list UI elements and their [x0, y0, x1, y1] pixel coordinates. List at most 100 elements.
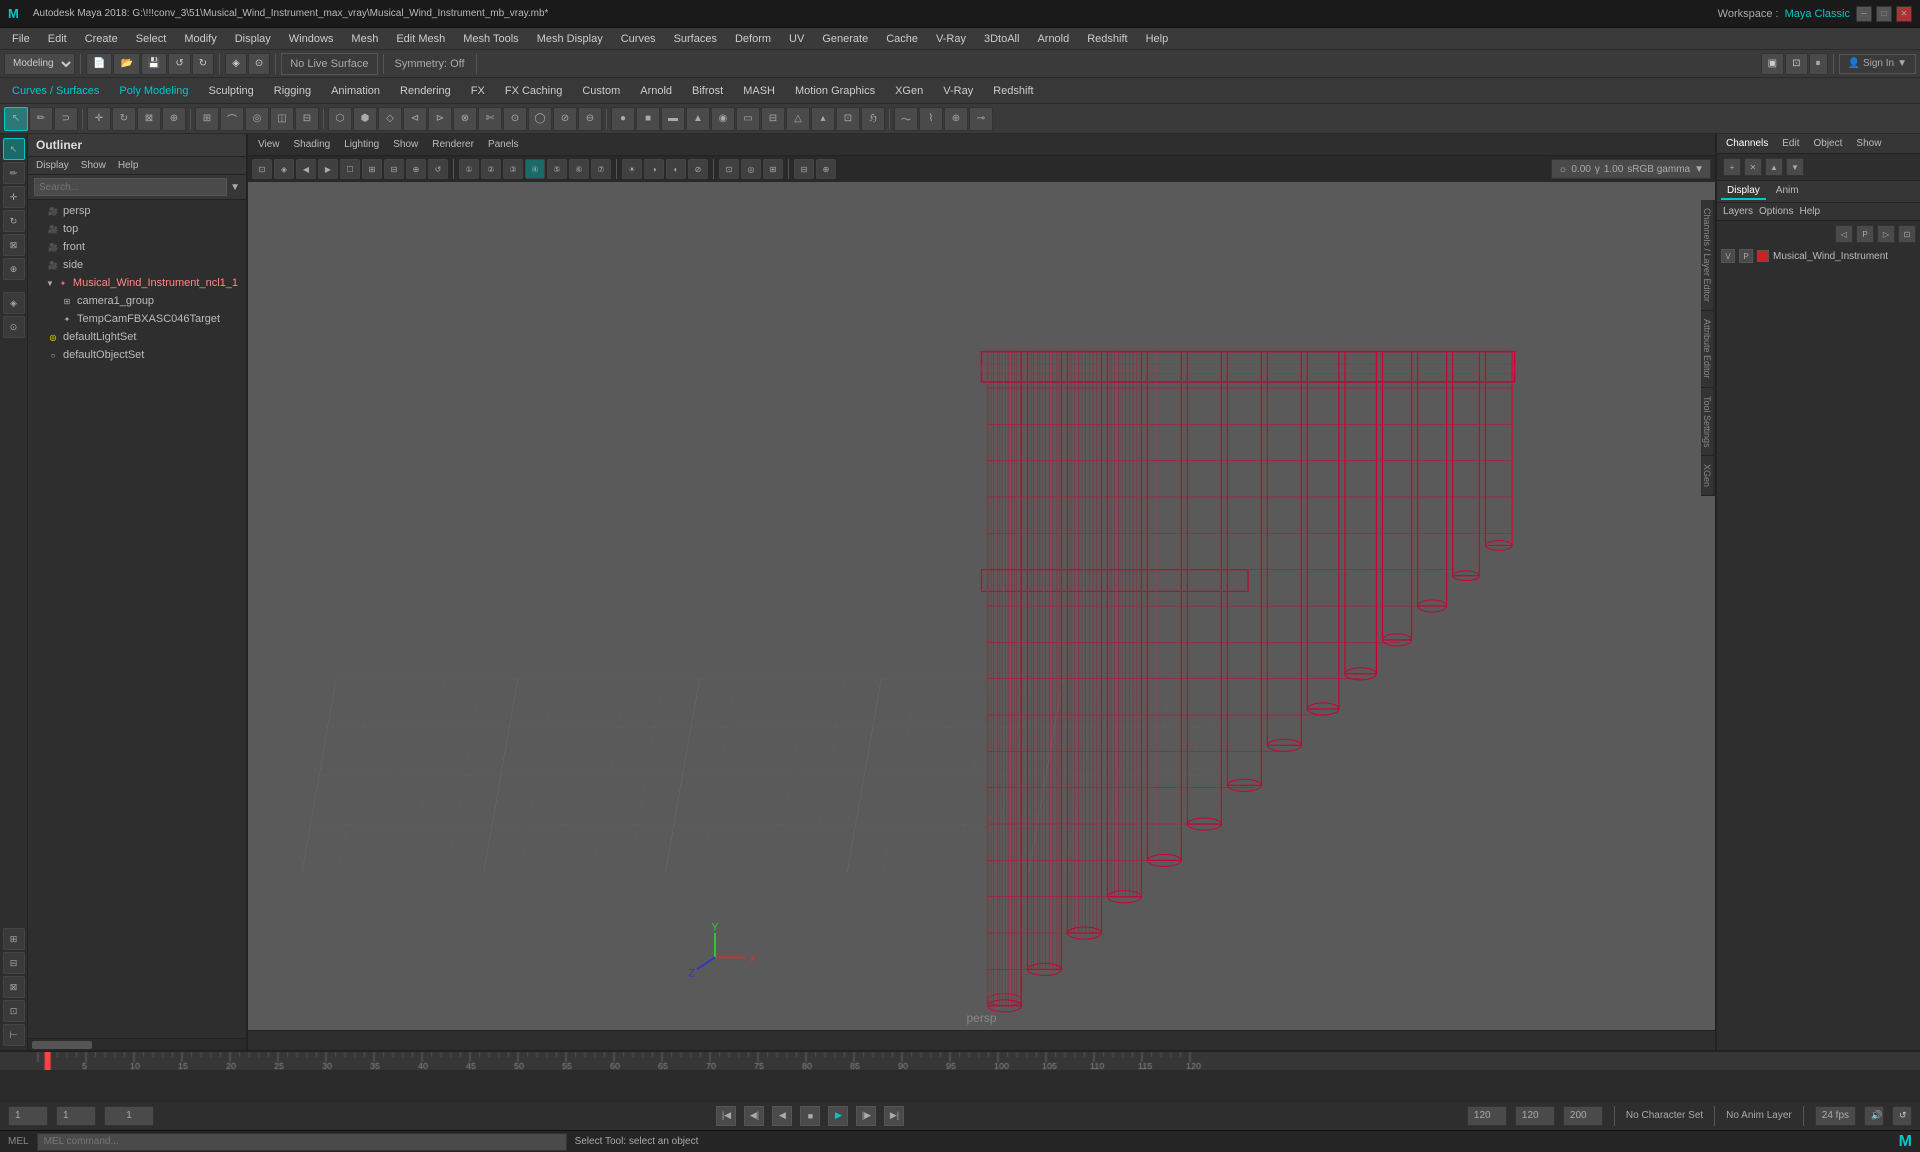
vp-xray[interactable]: ⊡	[719, 159, 739, 179]
shelf-fx[interactable]: FX	[463, 83, 493, 99]
sculpt-icon[interactable]: ⌇	[919, 107, 943, 131]
gamma-dropdown[interactable]: ▼	[1694, 164, 1704, 175]
layer-down-icon[interactable]: ▼	[1786, 158, 1804, 176]
vp-transform[interactable]: ⊕	[816, 159, 836, 179]
shelf-mash[interactable]: MASH	[735, 83, 783, 99]
go-to-start-btn[interactable]: |◀	[716, 1106, 736, 1126]
menu-item-generate[interactable]: Generate	[814, 31, 876, 47]
outliner-display-menu[interactable]: Display	[34, 159, 71, 172]
target-weld-icon[interactable]: ⊗	[453, 107, 477, 131]
shelf-bifrost[interactable]: Bifrost	[684, 83, 731, 99]
layer-color-swatch[interactable]	[1757, 250, 1769, 262]
menu-item-edit[interactable]: Edit	[40, 31, 75, 47]
close-button[interactable]: ✕	[1896, 6, 1912, 22]
display-layer-tab[interactable]: Display	[1721, 183, 1766, 200]
vp-snap[interactable]: ⊕	[406, 159, 426, 179]
select-tool-left[interactable]: ↖	[3, 138, 25, 160]
shelf-arnold[interactable]: Arnold	[632, 83, 680, 99]
object-tab[interactable]: Object	[1811, 137, 1846, 150]
scale-icon[interactable]: ⊠	[137, 107, 161, 131]
menu-item-deform[interactable]: Deform	[727, 31, 779, 47]
menu-item-v-ray[interactable]: V-Ray	[928, 31, 974, 47]
shelf-rendering[interactable]: Rendering	[392, 83, 459, 99]
new-btn[interactable]: 📄	[86, 53, 112, 75]
menu-item-cache[interactable]: Cache	[878, 31, 926, 47]
multi-cut-icon[interactable]: ✄	[478, 107, 502, 131]
menu-item-display[interactable]: Display	[227, 31, 279, 47]
pause-btn[interactable]: ⏸	[1809, 53, 1828, 75]
outliner-help-menu[interactable]: Help	[116, 159, 141, 172]
mode-dropdown[interactable]: Modeling	[4, 53, 75, 75]
help-opt[interactable]: Help	[1799, 206, 1820, 217]
outliner-item-top[interactable]: 🎥 top	[28, 220, 246, 238]
vp-isolate[interactable]: ◎	[741, 159, 761, 179]
mel-input[interactable]	[37, 1133, 567, 1151]
quick-layout-3[interactable]: ⊠	[3, 976, 25, 998]
sphere-icon[interactable]: ●	[611, 107, 635, 131]
menu-item-modify[interactable]: Modify	[176, 31, 224, 47]
vp-undo-cam[interactable]: ↺	[428, 159, 448, 179]
shelf-curves-surfaces[interactable]: Curves / Surfaces	[4, 83, 107, 99]
soft-select-icon[interactable]: ⊸	[969, 107, 993, 131]
no-live-surface[interactable]: No Live Surface	[281, 53, 377, 75]
layer-item-musical[interactable]: V P Musical_Wind_Instrument	[1721, 247, 1916, 265]
open-btn[interactable]: 📂	[113, 53, 139, 75]
cylinder-icon[interactable]: ▬	[661, 107, 685, 131]
menu-item-redshift[interactable]: Redshift	[1079, 31, 1135, 47]
vp-mode-3[interactable]: ③	[503, 159, 523, 179]
prism-icon[interactable]: △	[786, 107, 810, 131]
save-btn[interactable]: 💾	[141, 53, 167, 75]
outliner-item-camera-group[interactable]: ⊞ camera1_group	[28, 292, 246, 310]
audio-btn[interactable]: 🔊	[1864, 1106, 1884, 1126]
shelf-animation[interactable]: Animation	[323, 83, 388, 99]
quick-layout-5[interactable]: ⊢	[3, 1024, 25, 1046]
menu-item-file[interactable]: File	[4, 31, 38, 47]
merge-icon[interactable]: ⊲	[403, 107, 427, 131]
layer-new-icon[interactable]: +	[1723, 158, 1741, 176]
universal-icon[interactable]: ⊕	[162, 107, 186, 131]
layer-vis-v[interactable]: V	[1721, 249, 1735, 263]
loop-icon[interactable]: ⊙	[503, 107, 527, 131]
menu-item-3dtoall[interactable]: 3DtoAll	[976, 31, 1027, 47]
menu-item-uv[interactable]: UV	[781, 31, 812, 47]
quick-layout-1[interactable]: ⊞	[3, 928, 25, 950]
outliner-show-menu[interactable]: Show	[79, 159, 108, 172]
shelf-custom[interactable]: Custom	[574, 83, 628, 99]
go-to-end-btn[interactable]: ▶|	[884, 1106, 904, 1126]
show-manip-left[interactable]: ◈	[3, 292, 25, 314]
layer-up-icon[interactable]: ▲	[1765, 158, 1783, 176]
render-btn[interactable]: ▣	[1761, 53, 1784, 75]
menu-item-mesh-display[interactable]: Mesh Display	[529, 31, 611, 47]
paint-select-icon[interactable]: ✏	[29, 107, 53, 131]
ipr-btn[interactable]: ⊡	[1785, 53, 1807, 75]
outliner-scroll-horizontal[interactable]	[28, 1038, 246, 1050]
move-tool-left[interactable]: ✛	[3, 186, 25, 208]
viewport-canvas[interactable]: X Y Z	[248, 182, 1715, 1030]
cone-icon[interactable]: ▲	[686, 107, 710, 131]
connect-icon[interactable]: ⊳	[428, 107, 452, 131]
show-tab[interactable]: Show	[1853, 137, 1884, 150]
outliner-item-tempcam[interactable]: ✦ TempCamFBXASC046Target	[28, 310, 246, 328]
vp-camera-select[interactable]: ⊡	[252, 159, 272, 179]
vp-next-cam[interactable]: ▶	[318, 159, 338, 179]
current-frame-field[interactable]: 1	[56, 1106, 96, 1126]
paint-tool-left[interactable]: ✏	[3, 162, 25, 184]
select-mode-icon[interactable]: ↖	[4, 107, 28, 131]
quick-layout-2[interactable]: ⊟	[3, 952, 25, 974]
tool-settings-vtab[interactable]: Tool Settings	[1701, 388, 1713, 457]
shelf-rigging[interactable]: Rigging	[266, 83, 319, 99]
quick-layout-4[interactable]: ⊡	[3, 1000, 25, 1022]
stop-btn[interactable]: ■	[800, 1106, 820, 1126]
viewport-renderer-menu[interactable]: Renderer	[428, 138, 478, 151]
play-forward-btn[interactable]: ▶	[828, 1106, 848, 1126]
outliner-hscroll-thumb[interactable]	[32, 1041, 92, 1049]
layer-icon-2[interactable]: P	[1856, 225, 1874, 243]
undo-btn[interactable]: ↺	[168, 53, 190, 75]
offset-icon[interactable]: ⊘	[553, 107, 577, 131]
scale-tool-left[interactable]: ⊠	[3, 234, 25, 256]
snap-surface-icon[interactable]: ◫	[270, 107, 294, 131]
step-fwd-btn[interactable]: |▶	[856, 1106, 876, 1126]
vp-aa[interactable]: ⊘	[688, 159, 708, 179]
snap-grid-icon[interactable]: ⊞	[195, 107, 219, 131]
move-icon[interactable]: ✛	[87, 107, 111, 131]
